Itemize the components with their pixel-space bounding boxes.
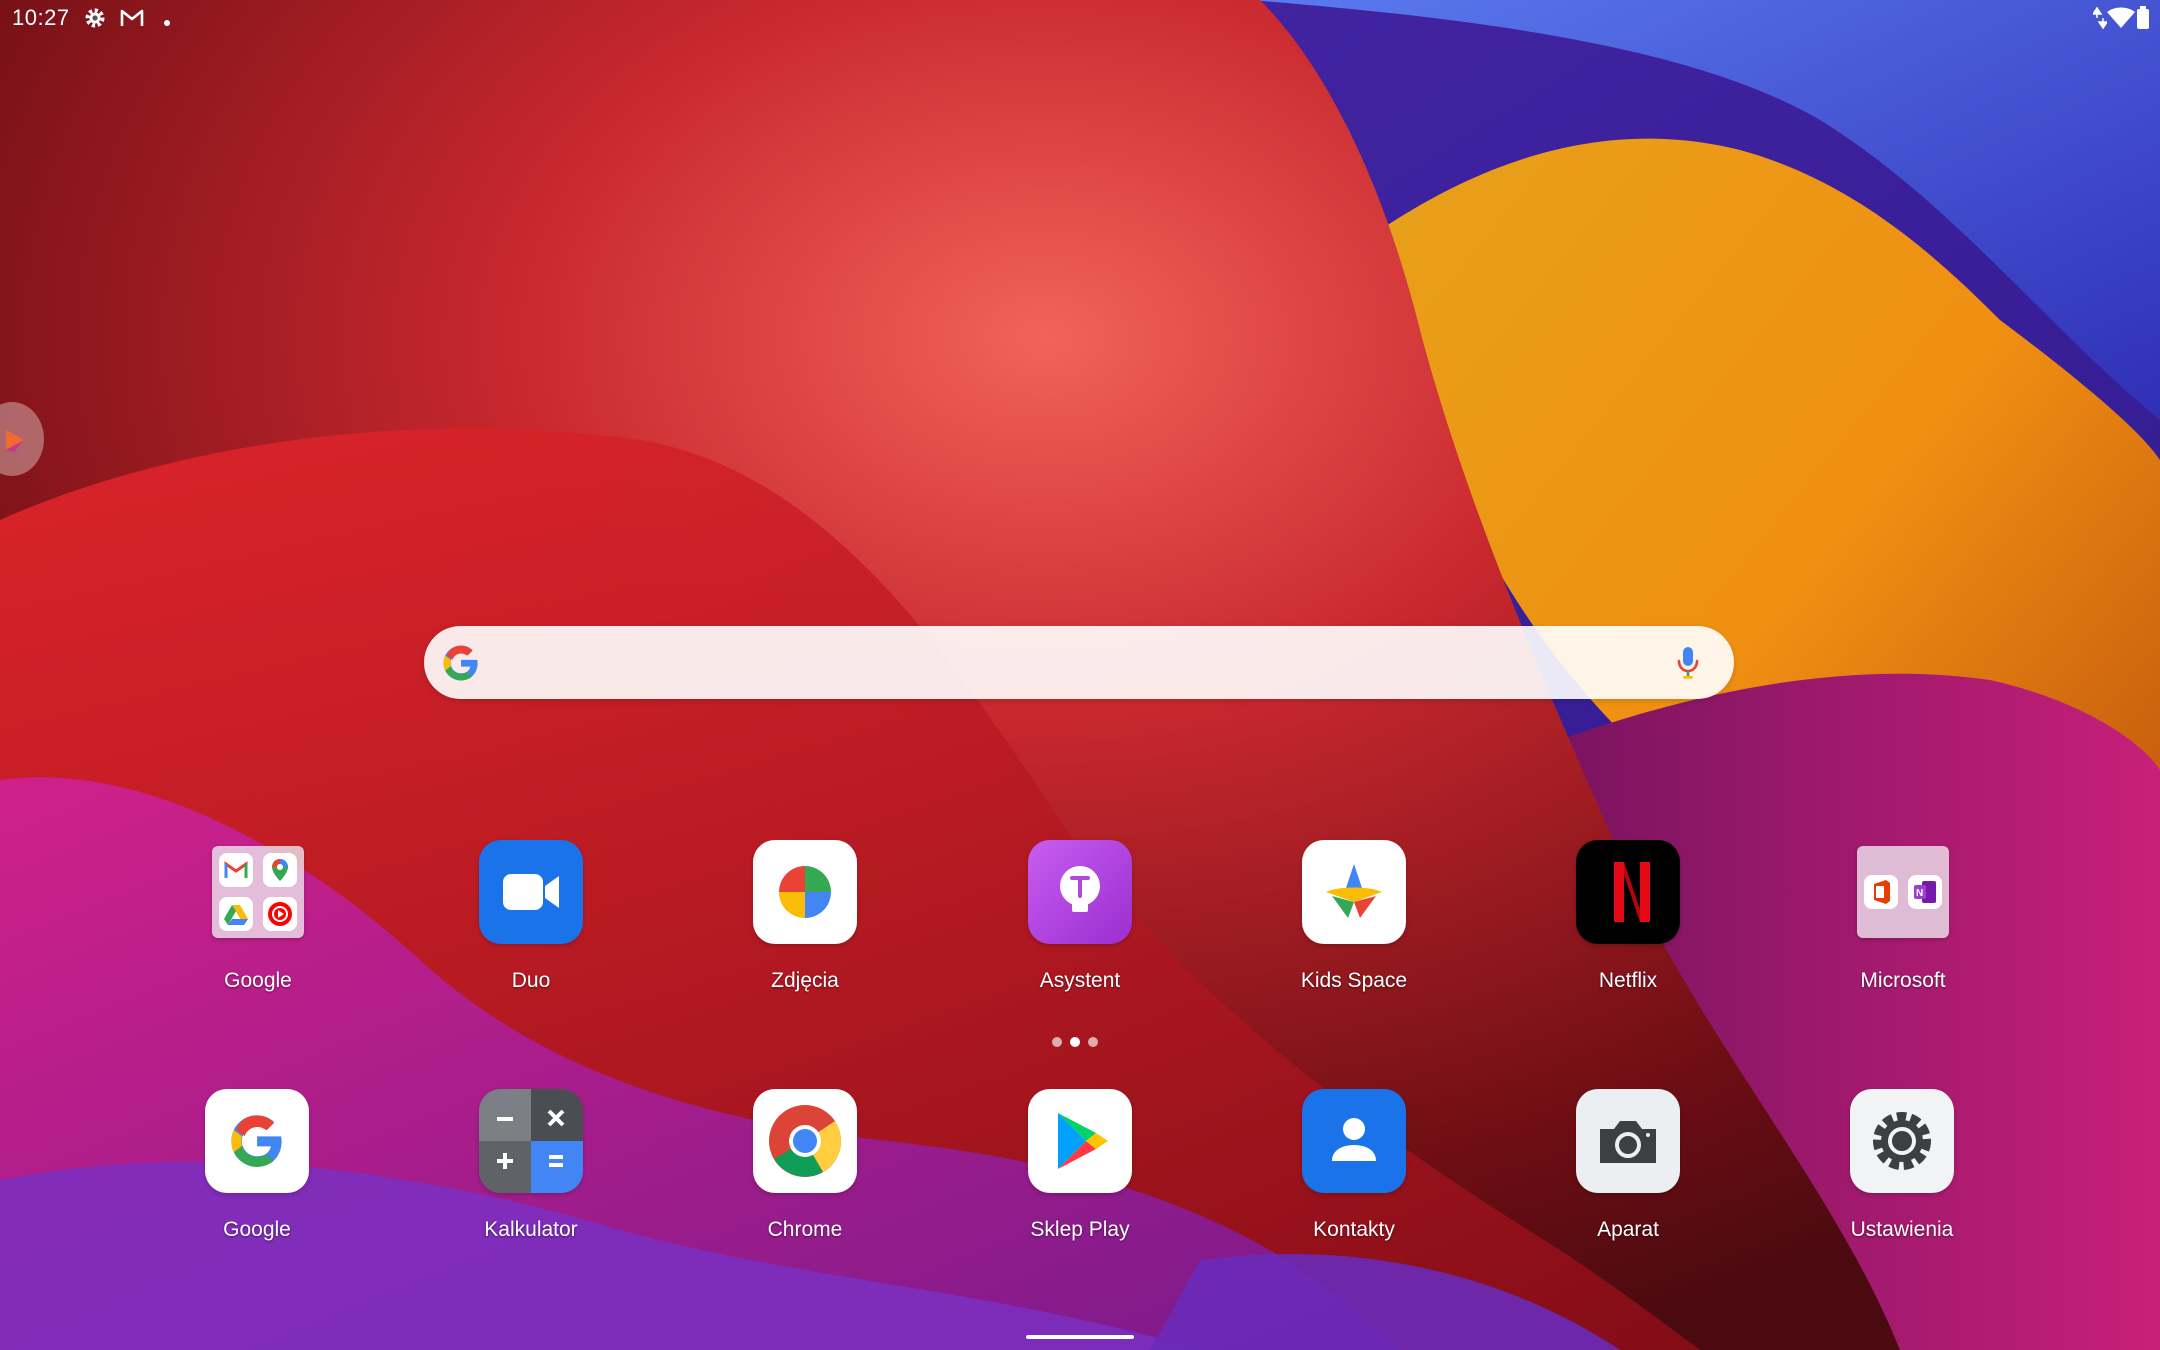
google-folder[interactable]: Google [158,840,358,993]
maps-icon [263,853,297,887]
status-bar: 10:27 [0,0,2160,36]
camera-icon [1576,1089,1680,1193]
app-label: Kalkulator [484,1218,578,1241]
chevron-right-icon [6,430,24,452]
app-label: Ustawienia [1850,1218,1954,1241]
youtube-music-icon [263,897,297,931]
app-label: Microsoft [1860,969,1946,992]
app-photos[interactable]: Zdjęcia [705,840,905,993]
dock-settings[interactable]: Ustawienia [1802,1089,2002,1242]
gesture-nav-handle[interactable] [1026,1335,1134,1339]
kids-space-icon [1302,840,1406,944]
data-arrows-icon [2091,6,2109,35]
battery-icon [2136,6,2150,35]
person-icon [1302,1089,1406,1193]
app-label: Kontakty [1313,1218,1395,1241]
google-g-icon [205,1089,309,1193]
dock-calculator[interactable]: Kalkulator [431,1089,631,1242]
app-label: Zdjęcia [771,969,839,992]
microsoft-folder[interactable]: N Microsoft [1803,840,2003,993]
pinwheel-icon [753,840,857,944]
video-camera-icon [479,840,583,944]
app-label: Duo [511,969,551,992]
page-dot-current[interactable] [1070,1037,1080,1047]
google-search-bar[interactable] [424,626,1734,699]
onenote-icon: N [1908,875,1942,909]
gmail-icon [120,8,144,33]
dock-google[interactable]: Google [157,1089,357,1242]
gmail-icon [219,853,253,887]
app-label: Netflix [1598,969,1658,992]
status-time: 10:27 [12,5,70,30]
wifi-icon [2106,7,2136,34]
app-assistant[interactable]: Asystent [980,840,1180,993]
play-store-icon [1028,1089,1132,1193]
settings-icon [83,6,107,35]
dock-play-store[interactable]: Sklep Play [980,1089,1180,1242]
mic-icon[interactable] [1676,645,1700,686]
calculator-icon [479,1089,583,1193]
office-icon [1864,875,1898,909]
page-indicator[interactable] [1050,1036,1106,1048]
dock-chrome[interactable]: Chrome [705,1089,905,1242]
app-label: Google [224,969,292,992]
page-dot[interactable] [1088,1037,1098,1047]
app-label: Asystent [1039,969,1121,992]
app-label: Sklep Play [1030,1218,1130,1241]
app-kids-space[interactable]: Kids Space [1254,840,1454,993]
dock-contacts[interactable]: Kontakty [1254,1089,1454,1242]
app-label: Chrome [767,1218,843,1241]
app-label: Kids Space [1300,969,1408,992]
dock-camera[interactable]: Aparat [1528,1089,1728,1242]
notification-dot-icon [163,14,171,32]
settings-gear-icon [1850,1089,1954,1193]
drive-icon [219,897,253,931]
page-dot[interactable] [1052,1037,1062,1047]
lightbulb-icon [1028,840,1132,944]
app-duo[interactable]: Duo [431,840,631,993]
netflix-n-icon [1576,840,1680,944]
app-label: Google [223,1218,291,1241]
google-g-icon [442,644,480,687]
svg-text:N: N [1916,888,1923,899]
chrome-icon [753,1089,857,1193]
app-label: Aparat [1597,1218,1659,1241]
app-netflix[interactable]: Netflix [1528,840,1728,993]
